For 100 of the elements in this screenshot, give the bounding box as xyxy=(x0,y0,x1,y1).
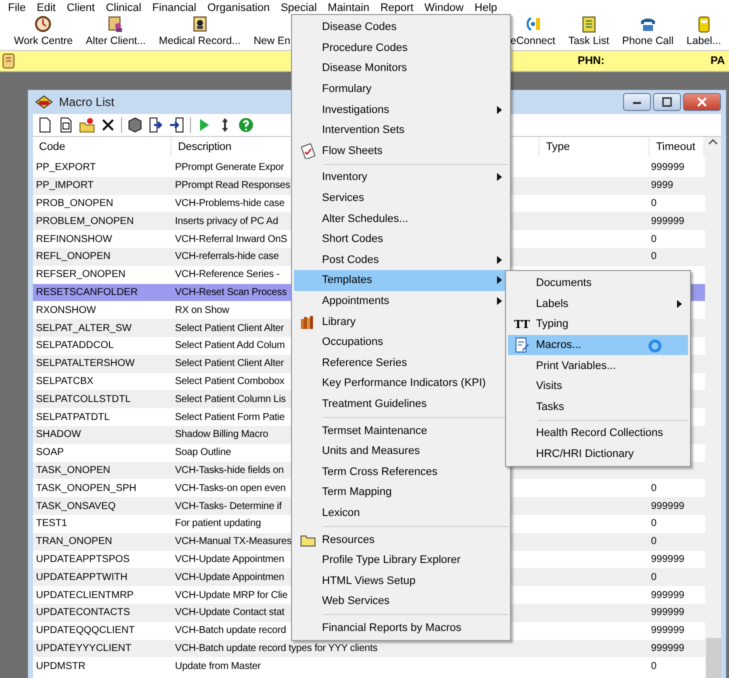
toolbar-button[interactable]: Work Centre xyxy=(14,15,73,50)
menu-item[interactable]: Inventory xyxy=(294,167,508,188)
toolbar-button[interactable]: Alter Client... xyxy=(86,15,146,50)
menu-item[interactable]: Maintain xyxy=(322,2,376,14)
table-cell[interactable]: SHADOW xyxy=(33,426,172,444)
maximize-button[interactable] xyxy=(653,93,681,111)
menu-item[interactable]: Special xyxy=(276,2,323,14)
menu-item[interactable]: Visits xyxy=(508,376,688,397)
table-cell[interactable]: UPDMSTR xyxy=(33,657,172,676)
table-cell[interactable]: RESETSCANFOLDER xyxy=(33,284,172,302)
table-cell[interactable]: SOAP xyxy=(33,444,172,462)
menu-item[interactable]: Profile Type Library Explorer xyxy=(294,550,508,570)
table-cell[interactable]: RXONSHOW xyxy=(33,301,172,320)
menu-item[interactable]: TT Typing xyxy=(508,314,688,335)
scrollbar-thumb[interactable] xyxy=(706,638,721,678)
menu-item[interactable]: Web Services xyxy=(294,591,508,612)
cube-icon[interactable] xyxy=(127,117,143,133)
menu-item[interactable]: Intervention Sets xyxy=(294,120,508,141)
toolbar-button[interactable]: eConnect xyxy=(510,15,556,50)
menu-item[interactable]: Post Codes xyxy=(294,250,508,270)
close-button[interactable] xyxy=(683,93,721,111)
menu-item[interactable]: Report xyxy=(375,2,420,14)
table-cell[interactable]: UPDATECONTACTS xyxy=(33,604,172,622)
table-cell[interactable]: REFL_ONOPEN xyxy=(33,248,172,266)
menu-item[interactable]: Print Variables... xyxy=(508,355,688,376)
toolbar-button[interactable]: Task List xyxy=(568,15,610,50)
menu-item[interactable]: Library xyxy=(294,311,508,332)
menu-item[interactable]: HRC/HRI Dictionary xyxy=(508,444,688,464)
menu-item[interactable]: Services xyxy=(294,188,508,208)
menu-item[interactable]: Short Codes xyxy=(294,228,508,250)
menu-item[interactable]: Treatment Guidelines xyxy=(294,394,508,414)
menu-item[interactable]: Templates xyxy=(294,270,508,291)
document-copy-icon[interactable] xyxy=(58,117,74,133)
menu-item[interactable]: Flow Sheets xyxy=(294,140,508,162)
table-cell[interactable]: SELPATCBX xyxy=(33,372,172,390)
menu-item[interactable]: HTML Views Setup xyxy=(294,570,508,592)
table-cell[interactable]: UPDATEAPPTWITH xyxy=(33,568,172,586)
menu-item[interactable]: Occupations xyxy=(294,332,508,352)
folder-star-icon[interactable] xyxy=(79,117,95,133)
scrollbar[interactable] xyxy=(705,137,721,678)
toolbar-button[interactable]: Phone Call xyxy=(622,15,674,50)
toolbar-button[interactable]: Medical Record... xyxy=(158,15,241,50)
menu-item[interactable]: Clinical xyxy=(100,2,148,14)
table-cell[interactable]: SELPATCOLLSTDTL xyxy=(33,390,172,408)
menu-item[interactable]: Units and Measures xyxy=(294,440,508,462)
menu-item[interactable]: Term Mapping xyxy=(294,482,508,503)
menu-item[interactable]: Tasks xyxy=(508,396,688,418)
table-cell[interactable]: UPDATEAPPTSPOS xyxy=(33,550,172,568)
table-cell[interactable]: SELPATPATDTL xyxy=(33,408,172,426)
column-header[interactable]: Code xyxy=(33,137,172,157)
menu-item[interactable]: Labels xyxy=(508,294,688,314)
menu-item[interactable]: Termset Maintenance xyxy=(294,420,508,441)
table-cell[interactable]: TRAN_ONOPEN xyxy=(33,532,172,551)
menu-item[interactable]: Formulary xyxy=(294,78,508,100)
menu-item[interactable]: Reference Series xyxy=(294,352,508,374)
table-cell[interactable]: UPDATEYYYCLIENT xyxy=(33,640,172,658)
delete-icon[interactable] xyxy=(100,117,116,133)
table-cell[interactable]: SELPATADDCOL xyxy=(33,336,172,355)
menu-item[interactable]: Help xyxy=(470,2,504,14)
menu-item[interactable]: Investigations xyxy=(294,99,508,120)
import-icon[interactable] xyxy=(169,117,185,133)
table-cell[interactable]: REFINONSHOW xyxy=(33,230,172,248)
new-document-icon[interactable] xyxy=(37,117,53,133)
toolbar-button[interactable]: Label... xyxy=(686,15,721,50)
menu-item[interactable]: Organisation xyxy=(202,2,276,14)
help-icon[interactable] xyxy=(238,117,254,133)
table-cell[interactable]: UPDATEQQQCLIENT xyxy=(33,622,172,640)
menu-item[interactable]: Financial xyxy=(147,2,202,14)
menu-item[interactable]: Alter Schedules... xyxy=(294,208,508,229)
table-cell[interactable]: TASK_ONSAVEQ xyxy=(33,497,172,515)
table-cell[interactable]: TASK_ONOPEN xyxy=(33,462,172,480)
menu-item[interactable]: Window xyxy=(419,2,470,14)
menu-item[interactable]: Disease Monitors xyxy=(294,58,508,79)
table-cell[interactable]: REFSER_ONOPEN xyxy=(33,266,172,284)
table-cell[interactable]: PROBLEM_ONOPEN xyxy=(33,212,172,230)
menu-item[interactable]: Health Record Collections xyxy=(508,423,688,444)
table-cell[interactable]: TASK_ONOPEN_SPH xyxy=(33,479,172,498)
menu-item[interactable]: Appointments xyxy=(294,290,508,312)
menu-item[interactable]: Client xyxy=(62,2,101,14)
toolbar-button[interactable]: New En xyxy=(254,15,290,50)
menu-item[interactable]: Lexicon xyxy=(294,502,508,524)
column-header[interactable]: Type xyxy=(540,137,650,157)
menu-item[interactable]: Term Cross References xyxy=(294,461,508,482)
menu-item[interactable]: Resources xyxy=(294,529,508,550)
minimize-button[interactable] xyxy=(623,93,651,111)
export-icon[interactable] xyxy=(148,117,164,133)
table-cell[interactable]: PP_EXPORT xyxy=(33,159,172,177)
table-cell[interactable]: PROB_ONOPEN xyxy=(33,194,172,212)
table-cell[interactable]: TEST1 xyxy=(33,514,172,533)
menu-item[interactable]: Procedure Codes xyxy=(294,38,508,58)
menu-item[interactable]: File xyxy=(3,2,32,14)
menu-item[interactable]: Disease Codes xyxy=(294,17,508,38)
table-cell[interactable]: SELPATALTERSHOW xyxy=(33,354,172,373)
menu-item[interactable]: Documents xyxy=(508,273,688,294)
menu-item[interactable]: Macros... xyxy=(508,334,688,356)
menu-item[interactable]: Edit xyxy=(32,2,62,14)
table-cell[interactable]: SELPAT_ALTER_SW xyxy=(33,319,172,337)
menu-item[interactable]: Key Performance Indicators (KPI) xyxy=(294,373,508,394)
table-cell[interactable]: PP_IMPORT xyxy=(33,176,172,195)
menu-item[interactable]: Financial Reports by Macros xyxy=(294,618,508,638)
